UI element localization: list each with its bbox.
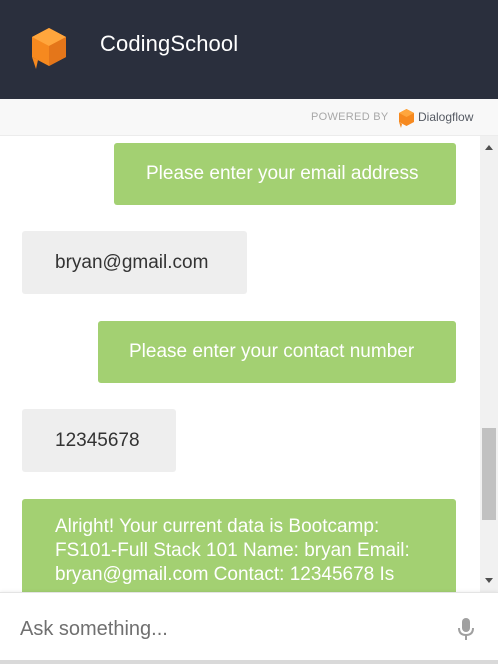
- app-header: CodingSchool: [0, 0, 498, 99]
- microphone-icon[interactable]: [456, 617, 476, 641]
- user-message: 12345678: [22, 409, 176, 472]
- scrollbar-thumb[interactable]: [482, 428, 496, 520]
- app-title: CodingSchool: [100, 31, 239, 56]
- user-message: bryan@gmail.com: [22, 231, 247, 294]
- scroll-down-arrow-icon[interactable]: [480, 572, 498, 589]
- chat-scrollbar[interactable]: [480, 136, 498, 592]
- powered-by-bar: POWERED BY Dialogflow: [0, 99, 498, 136]
- message-input-bar: [0, 592, 498, 664]
- dialogflow-logo-icon: [399, 109, 414, 128]
- dialogflow-brand: Dialogflow: [418, 110, 474, 124]
- ask-input[interactable]: [20, 615, 440, 643]
- bot-message: Please enter your contact number: [98, 321, 456, 383]
- bot-message: Alright! Your current data is Bootcamp: …: [22, 499, 456, 592]
- powered-by-label: POWERED BY: [311, 111, 389, 123]
- bottom-divider: [0, 660, 498, 664]
- bot-message: Please enter your email address: [114, 143, 456, 205]
- orange-cube-logo-icon: [32, 28, 66, 69]
- scroll-up-arrow-icon[interactable]: [480, 139, 498, 156]
- chat-log[interactable]: Please enter your email address bryan@gm…: [0, 136, 480, 592]
